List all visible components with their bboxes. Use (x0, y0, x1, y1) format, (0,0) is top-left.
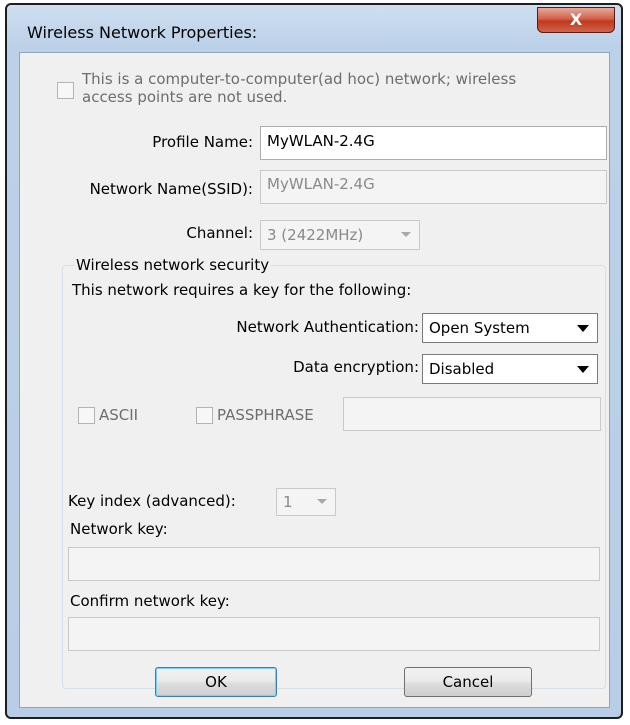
ssid-input[interactable]: MyWLAN-2.4G (260, 170, 607, 204)
adhoc-checkbox[interactable] (57, 82, 74, 99)
channel-value: 3 (2422MHz) (267, 226, 364, 244)
channel-select[interactable]: 3 (2422MHz) (260, 220, 420, 250)
network-auth-label: Network Authentication: (236, 318, 419, 336)
close-icon: X (569, 10, 583, 29)
dialog-window: Wireless Network Properties: X This is a… (5, 3, 623, 719)
passphrase-label: PASSPHRASE (217, 406, 314, 424)
profile-name-input[interactable]: MyWLAN-2.4G (260, 126, 607, 160)
chevron-down-icon (577, 325, 589, 332)
chevron-down-icon (577, 366, 589, 373)
chevron-down-icon (401, 232, 411, 237)
data-encryption-value: Disabled (429, 360, 495, 378)
profile-name-label: Profile Name: (152, 133, 253, 151)
ascii-checkbox[interactable] (78, 407, 95, 424)
confirm-key-label: Confirm network key: (70, 592, 230, 610)
network-auth-value: Open System (429, 319, 530, 337)
passphrase-input[interactable] (343, 397, 601, 431)
data-encryption-select[interactable]: Disabled (422, 354, 598, 384)
network-key-label: Network key: (70, 520, 168, 538)
network-auth-select[interactable]: Open System (422, 313, 598, 343)
title-bar[interactable]: Wireless Network Properties: X (7, 5, 621, 51)
key-index-value: 1 (283, 493, 293, 511)
data-encryption-label: Data encryption: (293, 358, 419, 376)
ok-button[interactable]: OK (155, 667, 277, 697)
key-index-select[interactable]: 1 (276, 488, 336, 516)
ssid-label: Network Name(SSID): (89, 180, 253, 198)
dialog-body: This is a computer-to-computer(ad hoc) n… (19, 52, 610, 708)
cancel-button[interactable]: Cancel (404, 667, 532, 697)
confirm-key-input[interactable] (68, 617, 600, 651)
adhoc-label-line1: This is a computer-to-computer(ad hoc) n… (82, 70, 517, 88)
passphrase-checkbox[interactable] (196, 407, 213, 424)
adhoc-label: This is a computer-to-computer(ad hoc) n… (82, 70, 516, 106)
chevron-down-icon (317, 499, 327, 504)
window-title: Wireless Network Properties: (27, 23, 258, 42)
adhoc-label-line2: access points are not used. (82, 88, 288, 106)
channel-label: Channel: (186, 224, 253, 242)
close-button[interactable]: X (537, 7, 615, 33)
ascii-label: ASCII (99, 406, 139, 424)
security-group-title: Wireless network security (74, 256, 272, 274)
requires-key-text: This network requires a key for the foll… (72, 281, 412, 299)
network-key-input[interactable] (68, 547, 600, 581)
key-index-label: Key index (advanced): (68, 492, 236, 510)
